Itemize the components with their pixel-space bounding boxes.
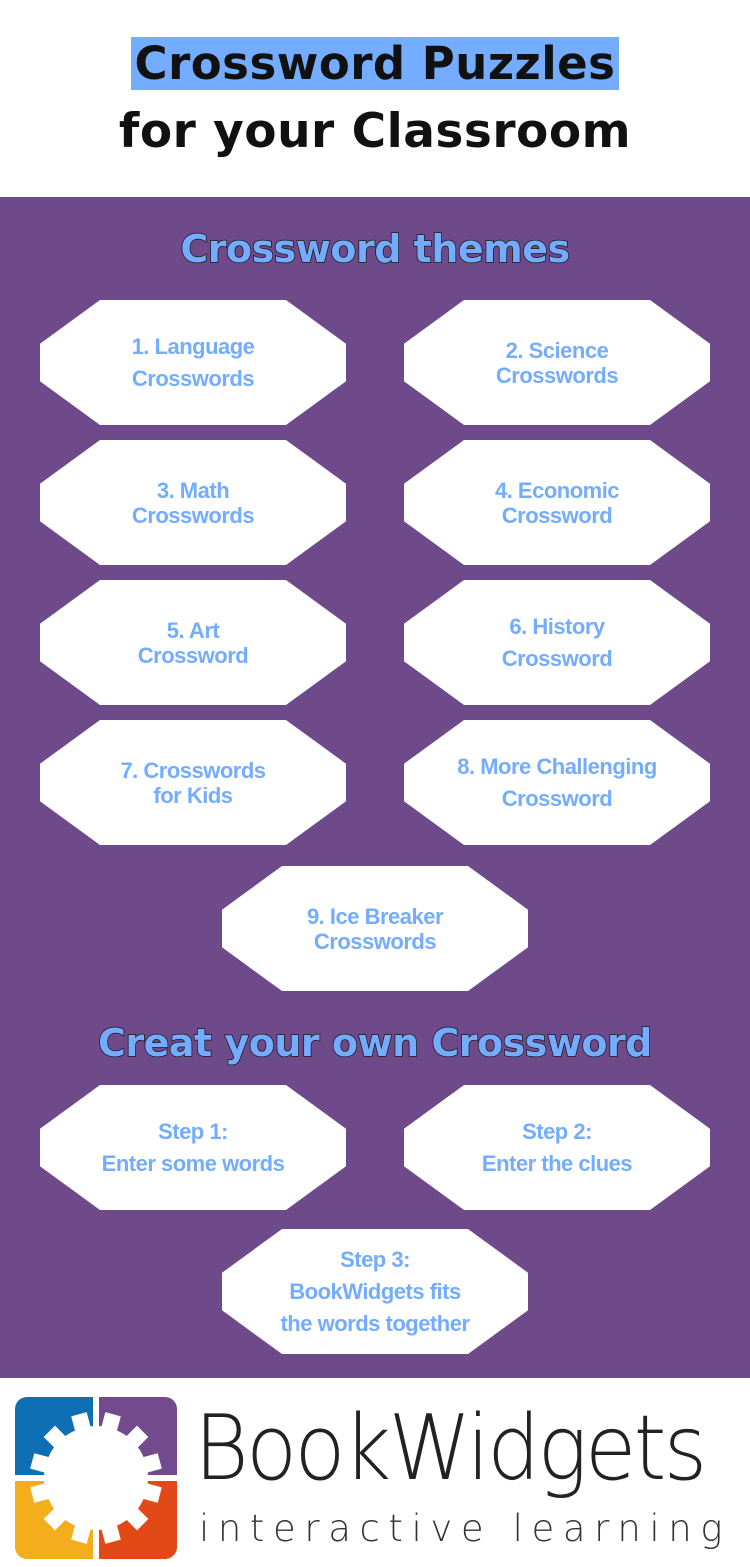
- theme-card-challenging[interactable]: 8. More Challenging Crossword: [404, 720, 710, 845]
- step-card-1[interactable]: Step 1: Enter some words: [40, 1085, 346, 1210]
- theme-card-label: 1. Language Crosswords: [131, 333, 255, 391]
- step-card-label: Step 3: BookWidgets fits the words toget…: [280, 1246, 470, 1336]
- title-line-2: for your Classroom: [118, 104, 632, 159]
- theme-card-label: 6. History Crossword: [501, 613, 613, 671]
- theme-card-science[interactable]: 2. Science Crosswords: [404, 300, 710, 425]
- step-card-label: Step 1: Enter some words: [101, 1118, 285, 1176]
- theme-card-language[interactable]: 1. Language Crosswords: [40, 300, 346, 425]
- theme-card-label: 4. Economic Crossword: [494, 477, 620, 528]
- brand-tagline: interactive learning: [199, 1507, 732, 1550]
- theme-card-art[interactable]: 5. Art Crossword: [40, 580, 346, 705]
- theme-card-label: 8. More Challenging Crossword: [457, 753, 657, 811]
- theme-card-label: 7. Crosswords for Kids: [120, 757, 266, 808]
- theme-card-kids[interactable]: 7. Crosswords for Kids: [40, 720, 346, 845]
- theme-card-math[interactable]: 3. Math Crosswords: [40, 440, 346, 565]
- step-card-2[interactable]: Step 2: Enter the clues: [404, 1085, 710, 1210]
- gear-puzzle-logo-icon: [15, 1397, 177, 1559]
- step-card-label: Step 2: Enter the clues: [481, 1118, 633, 1176]
- create-heading: Creat your own Crossword: [97, 1020, 653, 1066]
- theme-card-ice-breaker[interactable]: 9. Ice Breaker Crosswords: [222, 866, 528, 991]
- title-line-1: Crossword Puzzles: [0, 37, 750, 90]
- logo-gear: [30, 1412, 162, 1544]
- theme-card-history[interactable]: 6. History Crossword: [404, 580, 710, 705]
- theme-card-label: 2. Science Crosswords: [495, 337, 619, 388]
- theme-card-label: 9. Ice Breaker Crosswords: [306, 903, 444, 954]
- title-highlight: Crossword Puzzles: [130, 37, 620, 90]
- brand-name: BookWidgets: [194, 1396, 707, 1501]
- step-card-3[interactable]: Step 3: BookWidgets fits the words toget…: [222, 1229, 528, 1354]
- theme-card-economic[interactable]: 4. Economic Crossword: [404, 440, 710, 565]
- theme-card-label: 3. Math Crosswords: [131, 477, 255, 528]
- themes-heading: Crossword themes: [180, 226, 571, 272]
- page-header: Crossword Puzzles for your Classroom: [0, 0, 750, 197]
- theme-card-label: 5. Art Crossword: [137, 617, 249, 668]
